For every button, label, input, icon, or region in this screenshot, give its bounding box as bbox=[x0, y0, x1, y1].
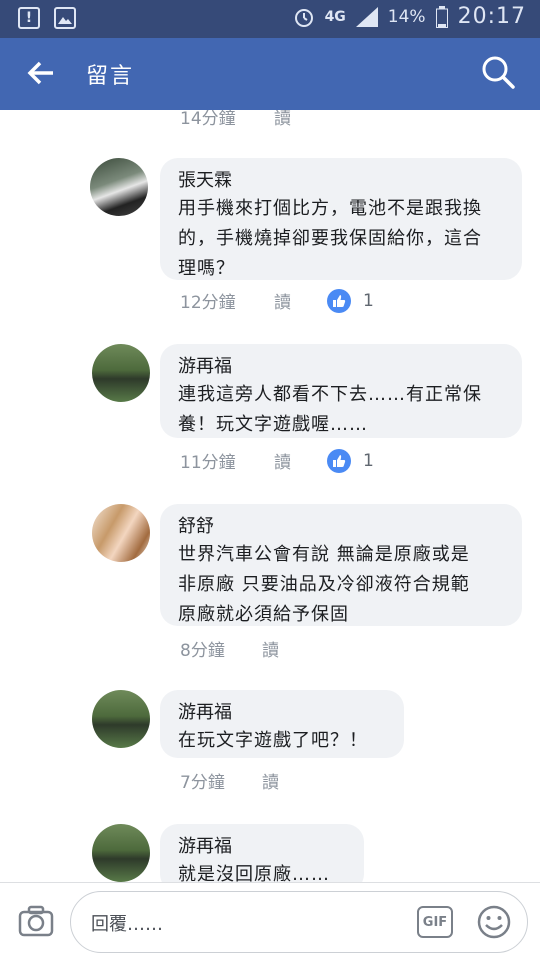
emoji-icon[interactable] bbox=[476, 904, 512, 940]
search-icon[interactable] bbox=[480, 54, 516, 90]
comment-line: 就是沒回原廠…… bbox=[178, 864, 330, 882]
comment-meta: 8分鐘 讀 bbox=[180, 636, 279, 661]
arrow-left-icon[interactable] bbox=[26, 58, 56, 88]
avatar[interactable] bbox=[92, 344, 150, 402]
comment-author[interactable]: 張天霖 bbox=[178, 168, 504, 194]
comment-line: 理嗎？ bbox=[178, 258, 235, 279]
network-type: 4G bbox=[324, 8, 346, 25]
avatar[interactable] bbox=[92, 504, 150, 562]
comment-text: 連我這旁人都看不下去……有正常保 養！玩文字遊戲喔…… bbox=[178, 380, 504, 440]
comment-line: 的，手機燒掉卻要我保固給你，這合 bbox=[178, 228, 482, 249]
comment-bubble: 舒舒 世界汽車公會有說 無論是原廠或是 非原廠 只要油品及冷卻液符合規範 原廠就… bbox=[160, 504, 522, 626]
comment-bubble: 游再福 連我這旁人都看不下去……有正常保 養！玩文字遊戲喔…… bbox=[160, 344, 522, 438]
comment-meta: 12分鐘 讀 1 bbox=[180, 288, 374, 313]
comment-author[interactable]: 舒舒 bbox=[178, 514, 504, 540]
read-link[interactable]: 讀 bbox=[262, 636, 279, 661]
avatar[interactable] bbox=[90, 158, 148, 216]
like-reaction[interactable]: 1 bbox=[327, 288, 374, 313]
comment-text: 就是沒回原廠…… bbox=[178, 860, 346, 882]
comment-meta: 7分鐘 讀 bbox=[180, 768, 279, 793]
comment-line: 原廠就必須給予保固 bbox=[178, 604, 349, 625]
read-link[interactable]: 讀 bbox=[274, 448, 291, 473]
avatar[interactable] bbox=[92, 824, 150, 882]
avatar[interactable] bbox=[92, 690, 150, 748]
comment-meta: 14分鐘 讀 bbox=[180, 110, 291, 129]
like-reaction[interactable]: 1 bbox=[327, 448, 374, 473]
comment-text: 用手機來打個比方，電池不是跟我換 的，手機燒掉卻要我保固給你，這合 理嗎？ bbox=[178, 194, 504, 284]
comment-composer: 回覆…… GIF bbox=[0, 882, 540, 961]
comment-list[interactable]: 14分鐘 讀 張天霖 用手機來打個比方，電池不是跟我換 的，手機燒掉卻要我保固給… bbox=[0, 110, 540, 882]
thumbs-up-icon bbox=[327, 288, 351, 313]
comment-line: 在玩文字遊戲了吧？！ bbox=[178, 730, 368, 751]
read-link[interactable]: 讀 bbox=[262, 768, 279, 793]
comment-line: 連我這旁人都看不下去……有正常保 bbox=[178, 384, 482, 405]
app-bar: 留言 bbox=[0, 38, 540, 110]
comment-line: 世界汽車公會有說 無論是原廠或是 bbox=[178, 544, 470, 565]
read-link[interactable]: 讀 bbox=[274, 288, 291, 313]
comment-line: 養！玩文字遊戲喔…… bbox=[178, 414, 368, 435]
comment-author[interactable]: 游再福 bbox=[178, 354, 504, 380]
comment-bubble: 游再福 就是沒回原廠…… bbox=[160, 824, 364, 882]
comment-author[interactable]: 游再福 bbox=[178, 834, 346, 860]
reply-placeholder: 回覆…… bbox=[91, 914, 163, 935]
comment-time: 7分鐘 bbox=[180, 773, 225, 793]
comment-line: 用手機來打個比方，電池不是跟我換 bbox=[178, 198, 482, 219]
like-count: 1 bbox=[363, 450, 374, 471]
comment-meta: 11分鐘 讀 1 bbox=[180, 448, 374, 473]
camera-icon[interactable] bbox=[18, 905, 54, 937]
status-notifications: ! bbox=[18, 7, 76, 29]
alert-icon: ! bbox=[18, 7, 40, 29]
comment-time: 14分鐘 bbox=[180, 110, 236, 129]
page-title: 留言 bbox=[86, 64, 135, 89]
comment-text: 在玩文字遊戲了吧？！ bbox=[178, 726, 386, 756]
comment-line: 非原廠 只要油品及冷卻液符合規範 bbox=[178, 574, 470, 595]
battery-icon bbox=[435, 5, 448, 28]
status-bar: ! 4G 14% 20:17 bbox=[0, 0, 540, 38]
comment-time: 11分鐘 bbox=[180, 453, 236, 473]
like-count: 1 bbox=[363, 290, 374, 311]
battery-level: 14% bbox=[387, 6, 426, 27]
read-link[interactable]: 讀 bbox=[274, 110, 291, 129]
clock: 20:17 bbox=[457, 4, 526, 29]
status-indicators: 4G 14% 20:17 bbox=[293, 4, 526, 29]
signal-icon bbox=[355, 6, 378, 27]
thumbs-up-icon bbox=[327, 448, 351, 473]
reply-input[interactable]: 回覆…… GIF bbox=[70, 891, 528, 953]
comment-text: 世界汽車公會有說 無論是原廠或是 非原廠 只要油品及冷卻液符合規範 原廠就必須給… bbox=[178, 540, 504, 630]
comment-time: 8分鐘 bbox=[180, 641, 225, 661]
image-icon bbox=[54, 7, 76, 29]
comment-author[interactable]: 游再福 bbox=[178, 700, 386, 726]
comment-bubble: 張天霖 用手機來打個比方，電池不是跟我換 的，手機燒掉卻要我保固給你，這合 理嗎… bbox=[160, 158, 522, 280]
comment-bubble: 游再福 在玩文字遊戲了吧？！ bbox=[160, 690, 404, 758]
comment-time: 12分鐘 bbox=[180, 293, 236, 313]
gif-button[interactable]: GIF bbox=[417, 906, 453, 938]
alarm-icon bbox=[294, 8, 313, 27]
